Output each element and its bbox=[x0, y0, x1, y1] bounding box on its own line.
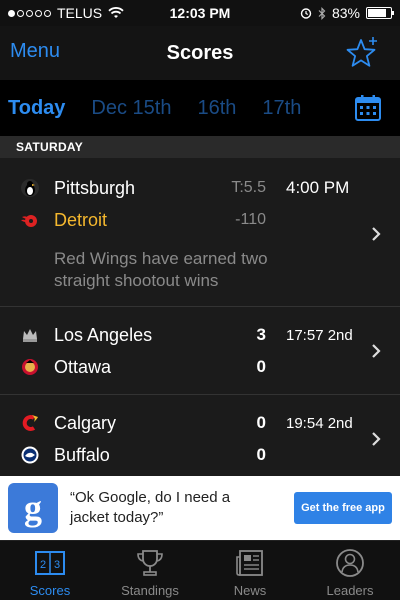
battery-icon bbox=[366, 7, 394, 19]
carrier-signal: TELUS bbox=[8, 5, 124, 21]
game-clock: 17:57 2nd bbox=[286, 326, 353, 344]
wifi-icon bbox=[108, 7, 124, 18]
home-team-score: 0 bbox=[256, 357, 266, 376]
home-team-line: Buffalo 0 bbox=[0, 439, 400, 471]
chevron-right-icon bbox=[372, 432, 381, 446]
svg-text:2: 2 bbox=[40, 559, 46, 571]
google-logo-icon: g bbox=[8, 483, 58, 533]
game-start-time: 4:00 PM bbox=[286, 178, 350, 197]
senator-logo bbox=[22, 359, 38, 375]
person-icon bbox=[336, 549, 364, 577]
status-right: 83% bbox=[300, 5, 394, 21]
betting-total: T:5.5 bbox=[231, 179, 266, 196]
battery-percent: 83% bbox=[331, 5, 360, 21]
chevron-right-icon bbox=[372, 344, 381, 358]
ad-banner[interactable]: g “Ok Google, do I need a jacket today?”… bbox=[0, 476, 400, 540]
away-team-score: 0 bbox=[256, 413, 266, 432]
tab-standings[interactable]: Standings bbox=[100, 541, 200, 600]
newspaper-icon bbox=[236, 550, 263, 576]
date-tab-17[interactable]: 17th bbox=[262, 97, 301, 120]
game-preview-note: Red Wings have earned two straight shoot… bbox=[54, 249, 268, 290]
game-row[interactable]: Los Angeles 3 17:57 2nd Ottawa 0 bbox=[0, 307, 400, 395]
away-team-line: Los Angeles 3 17:57 2nd bbox=[0, 319, 400, 351]
winged-wheel-logo bbox=[21, 215, 37, 227]
home-team-line: Detroit -110 bbox=[0, 204, 400, 236]
away-team-line: Calgary 0 19:54 2nd bbox=[0, 407, 400, 439]
date-tab-16[interactable]: 16th bbox=[197, 97, 236, 120]
menu-button[interactable]: Menu bbox=[10, 40, 60, 63]
home-team-line: Ottawa 0 bbox=[0, 351, 400, 383]
crown-logo bbox=[23, 329, 37, 342]
svg-text:3: 3 bbox=[54, 559, 60, 571]
get-free-app-button[interactable]: Get the free app bbox=[294, 492, 392, 524]
add-favorite-star-icon[interactable] bbox=[344, 34, 382, 72]
calendar-icon[interactable] bbox=[354, 94, 382, 122]
away-team-score: 3 bbox=[256, 325, 266, 344]
status-bar: TELUS 12:03 PM 83% bbox=[0, 0, 400, 26]
away-team-name: Los Angeles bbox=[54, 324, 153, 345]
day-section-header: SATURDAY bbox=[0, 136, 400, 158]
tab-scores[interactable]: 2 3 Scores bbox=[0, 541, 100, 600]
tab-news-label: News bbox=[233, 583, 267, 598]
chevron-right-icon bbox=[372, 227, 381, 241]
battery-level bbox=[368, 9, 387, 17]
buffalo-logo bbox=[21, 446, 39, 464]
home-team-score: 0 bbox=[256, 445, 266, 464]
scoreboard-icon: 2 3 bbox=[35, 551, 65, 575]
tab-leaders-label: Leaders bbox=[326, 583, 374, 598]
flaming-c-logo bbox=[22, 415, 38, 431]
tab-standings-label: Standings bbox=[121, 583, 179, 598]
bottom-tab-bar: 2 3 Scores Standings News Leaders bbox=[0, 540, 400, 600]
away-team-name: Pittsburgh bbox=[54, 177, 136, 198]
navigation-bar: Menu Scores bbox=[0, 26, 400, 80]
date-tab-today[interactable]: Today bbox=[8, 97, 65, 120]
alarm-clock-icon bbox=[300, 8, 312, 19]
penguin-logo bbox=[21, 179, 39, 197]
games-list: Pittsburgh T:5.5 4:00 PM Detroit -110 Re… bbox=[0, 158, 400, 476]
home-team-name: Buffalo bbox=[54, 444, 110, 465]
game-row[interactable]: Calgary 0 19:54 2nd Buffalo 0 bbox=[0, 395, 400, 476]
bluetooth-icon bbox=[318, 6, 326, 20]
game-row[interactable]: Pittsburgh T:5.5 4:00 PM Detroit -110 Re… bbox=[0, 158, 400, 307]
tab-scores-label: Scores bbox=[29, 583, 71, 598]
tab-leaders[interactable]: Leaders bbox=[300, 541, 400, 600]
away-team-line: Pittsburgh T:5.5 4:00 PM bbox=[0, 172, 400, 204]
tab-news[interactable]: News bbox=[200, 541, 300, 600]
page-title: Scores bbox=[166, 41, 234, 64]
ad-message: “Ok Google, do I need a jacket today?” bbox=[70, 489, 231, 526]
trophy-icon bbox=[137, 550, 163, 576]
game-clock: 19:54 2nd bbox=[286, 414, 353, 432]
away-team-name: Calgary bbox=[54, 412, 117, 433]
signal-strength-icon bbox=[8, 9, 51, 17]
moneyline-odds: -110 bbox=[235, 211, 266, 228]
date-tab-dec-15[interactable]: Dec 15th bbox=[91, 97, 171, 120]
home-team-name: Ottawa bbox=[54, 356, 112, 377]
date-selector: Today Dec 15th 16th 17th bbox=[0, 80, 400, 136]
home-team-name: Detroit bbox=[54, 209, 108, 230]
carrier-name: TELUS bbox=[57, 5, 103, 21]
